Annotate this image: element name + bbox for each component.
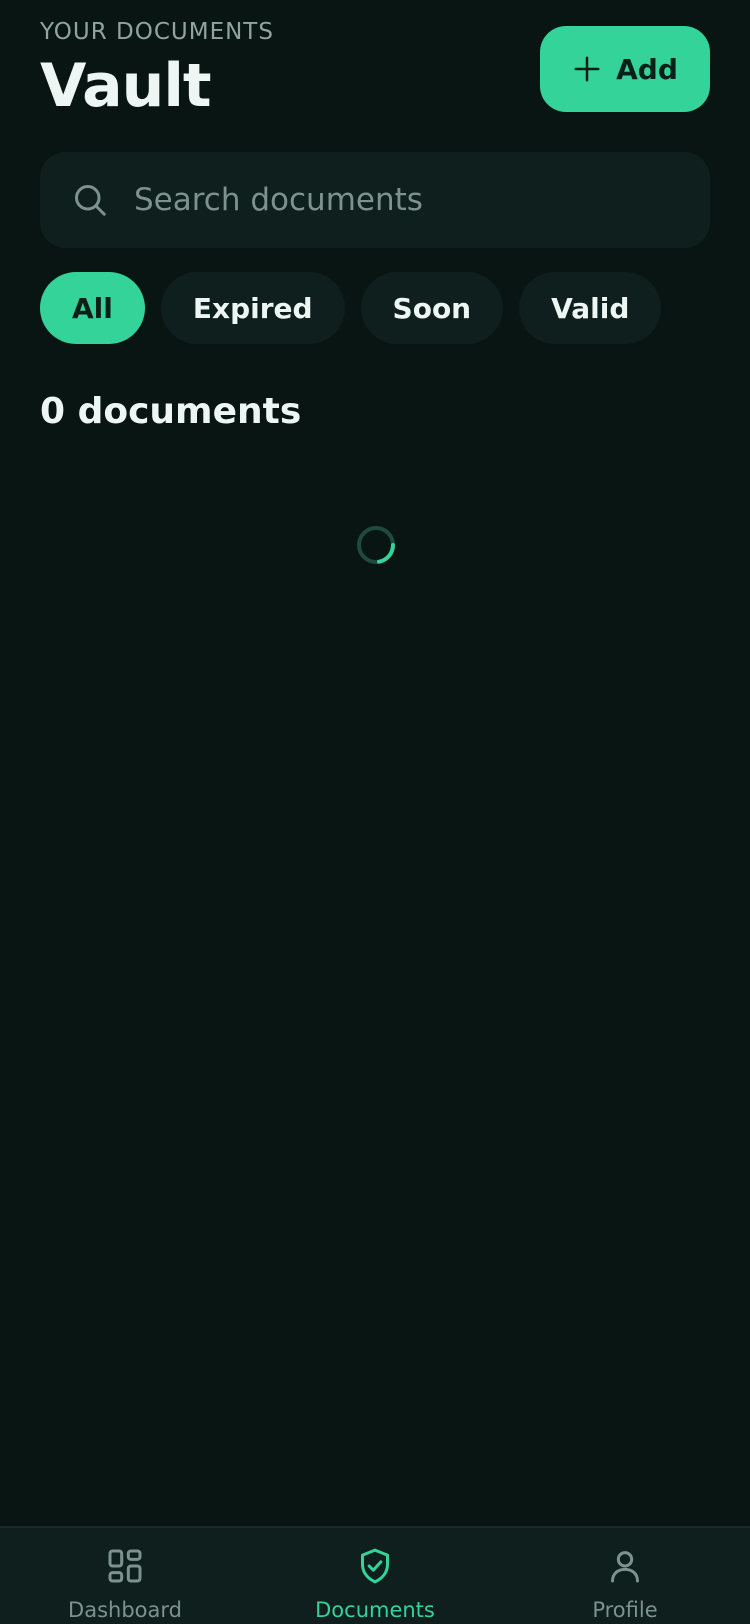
filter-chip-all[interactable]: All bbox=[40, 272, 145, 344]
page-eyebrow: YOUR DOCUMENTS bbox=[40, 19, 274, 45]
loading-spinner-icon bbox=[357, 526, 395, 564]
filter-chip-soon[interactable]: Soon bbox=[360, 272, 504, 344]
grid-icon bbox=[108, 1549, 142, 1583]
tab-documents[interactable]: Documents bbox=[250, 1528, 500, 1624]
search-input[interactable] bbox=[132, 169, 710, 231]
document-count: 0 documents bbox=[40, 391, 302, 432]
bottom-tab-bar: Dashboard Documents Profile bbox=[0, 1526, 750, 1624]
add-document-button[interactable]: Add bbox=[540, 26, 710, 112]
page-title: Vault bbox=[40, 51, 212, 121]
shield-check-icon bbox=[361, 1548, 389, 1584]
page-header: YOUR DOCUMENTS Vault Add bbox=[40, 16, 710, 126]
filter-chips: All Expired Soon Valid bbox=[40, 272, 662, 344]
tab-profile-label: Profile bbox=[592, 1598, 658, 1622]
tab-profile[interactable]: Profile bbox=[500, 1528, 750, 1624]
filter-chip-valid[interactable]: Valid bbox=[519, 272, 662, 344]
search-icon bbox=[75, 185, 106, 216]
search-bar[interactable] bbox=[40, 152, 710, 248]
add-button-label: Add bbox=[616, 52, 678, 86]
plus-icon bbox=[574, 56, 600, 82]
tab-dashboard-label: Dashboard bbox=[68, 1598, 182, 1622]
tab-dashboard[interactable]: Dashboard bbox=[0, 1528, 250, 1624]
tab-documents-label: Documents bbox=[315, 1598, 435, 1622]
vault-screen: YOUR DOCUMENTS Vault Add All Expired Soo… bbox=[0, 0, 750, 1624]
filter-chip-expired[interactable]: Expired bbox=[160, 272, 345, 344]
user-icon bbox=[611, 1551, 639, 1583]
